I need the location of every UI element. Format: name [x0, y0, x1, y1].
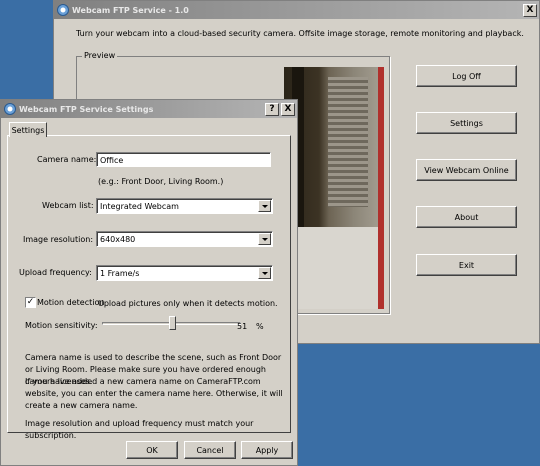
image-resolution-select[interactable]: 640x480 — [96, 231, 273, 247]
cancel-button[interactable]: Cancel — [184, 441, 236, 459]
webcam-app-icon — [57, 4, 69, 16]
motion-detection-checkbox[interactable]: ✓ — [25, 297, 36, 308]
main-close-button[interactable]: X — [523, 3, 537, 17]
webcam-app-icon — [4, 103, 16, 115]
image-resolution-label: Image resolution: — [23, 235, 94, 244]
camera-name-label: Camera name: — [37, 155, 97, 164]
upload-frequency-select[interactable]: 1 Frame/s — [96, 265, 273, 281]
webcam-list-label: Webcam list: — [42, 201, 94, 210]
motion-sensitivity-unit: % — [256, 322, 264, 331]
settings-title-bar[interactable]: Webcam FTP Service Settings ? X — [1, 100, 297, 118]
checkmark-icon: ✓ — [26, 297, 35, 307]
view-webcam-online-button[interactable]: View Webcam Online — [416, 159, 517, 181]
help-button[interactable]: ? — [265, 102, 279, 116]
webcam-preview-image — [284, 67, 384, 309]
webcam-list-select[interactable]: Integrated Webcam — [96, 198, 273, 214]
motion-sensitivity-value: 51 — [237, 322, 248, 331]
camera-name-hint: (e.g.: Front Door, Living Room.) — [98, 177, 224, 186]
info-text-new-camera: If you have added a new camera name on C… — [25, 377, 283, 410]
app-description: Turn your webcam into a cloud-based secu… — [76, 29, 524, 38]
tab-settings-label: Settings — [11, 125, 45, 135]
exit-button[interactable]: Exit — [416, 254, 517, 276]
upload-frequency-label: Upload frequency: — [19, 268, 92, 277]
motion-sensitivity-label: Motion sensitivity: — [25, 321, 98, 330]
settings-dialog-title: Webcam FTP Service Settings — [19, 104, 154, 114]
chevron-down-icon[interactable] — [258, 200, 271, 212]
image-resolution-value: 640x480 — [100, 235, 136, 244]
apply-button[interactable]: Apply — [241, 441, 293, 459]
motion-detection-description: Upload pictures only when it detects mot… — [98, 299, 278, 308]
motion-detection-label[interactable]: Motion detection — [37, 298, 104, 307]
settings-button[interactable]: Settings — [416, 112, 517, 134]
chevron-down-icon[interactable] — [258, 233, 271, 245]
preview-label: Preview — [82, 51, 118, 60]
chevron-down-icon[interactable] — [258, 267, 271, 279]
tab-settings[interactable]: Settings — [9, 122, 47, 137]
info-text-subscription: Image resolution and upload frequency mu… — [25, 419, 254, 440]
camera-name-input[interactable]: Office — [96, 152, 271, 167]
main-title-bar[interactable]: Webcam FTP Service - 1.0 X — [54, 1, 539, 19]
ok-button[interactable]: OK — [126, 441, 178, 459]
main-window-title: Webcam FTP Service - 1.0 — [72, 5, 189, 15]
settings-close-button[interactable]: X — [281, 102, 295, 116]
log-off-button[interactable]: Log Off — [416, 65, 517, 87]
webcam-list-value: Integrated Webcam — [100, 202, 179, 211]
settings-dialog: Webcam FTP Service Settings ? X Settings… — [0, 99, 298, 466]
slider-thumb[interactable] — [169, 316, 176, 330]
motion-sensitivity-slider[interactable] — [102, 315, 241, 333]
upload-frequency-value: 1 Frame/s — [100, 269, 140, 278]
about-button[interactable]: About — [416, 206, 517, 228]
